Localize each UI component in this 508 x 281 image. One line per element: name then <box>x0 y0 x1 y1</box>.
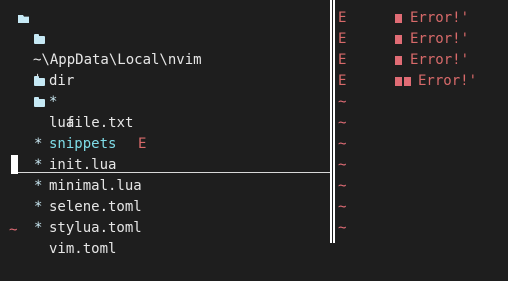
explorer-item-minimal-lua[interactable]: * minimal.lua <box>34 134 142 194</box>
file-explorer-pane: ~\AppData\Local\nvim dir └ * file.txt E … <box>0 0 330 257</box>
sign-column-error: E <box>338 52 347 68</box>
explorer-item-vim-toml[interactable]: * vim.toml <box>34 197 116 257</box>
window-separator[interactable] <box>330 0 332 243</box>
empty-line-tilde: ~ <box>9 222 18 238</box>
empty-line-tilde: ~ <box>338 136 347 152</box>
empty-line-tilde: ~ <box>338 94 347 110</box>
folder-icon <box>34 97 45 107</box>
error-square-icon <box>395 77 402 86</box>
error-square-icon <box>395 14 402 23</box>
error-square-icon <box>395 35 402 44</box>
empty-line-tilde: ~ <box>338 157 347 173</box>
explorer-item-label: file.txt <box>66 115 134 131</box>
explorer-item-file-txt[interactable]: └ * file.txt E <box>34 50 146 152</box>
window-separator[interactable] <box>333 0 335 243</box>
empty-line-tilde: ~ <box>338 115 347 131</box>
empty-line-tilde: ~ <box>338 199 347 215</box>
empty-line-tilde: ~ <box>338 220 347 236</box>
open-folder-icon <box>18 15 29 23</box>
explorer-item-dir[interactable]: dir <box>34 29 74 89</box>
error-square-icon <box>404 77 411 86</box>
explorer-item-label: vim.toml <box>49 241 117 257</box>
empty-line-tilde: ~ <box>338 178 347 194</box>
sign-column-error: E <box>338 10 347 26</box>
explorer-item-init-lua[interactable]: * init.lua <box>34 113 116 173</box>
folder-icon <box>34 76 45 86</box>
diagnostics-pane: E Error!' E Error!' E Error!' E Error!' … <box>336 0 508 243</box>
explorer-item-stylua-toml[interactable]: * stylua.toml <box>34 176 142 236</box>
error-square-icon <box>395 56 402 65</box>
error-marker: E <box>138 136 147 152</box>
text-cursor <box>11 155 18 174</box>
explorer-item-lua[interactable]: lua <box>34 71 74 131</box>
diagnostic-message: Error!' <box>410 10 470 26</box>
sign-column-error: E <box>338 31 347 47</box>
cursorline-underline <box>18 172 330 173</box>
folder-icon <box>34 34 45 44</box>
file-icon: * <box>34 220 43 236</box>
sign-column-error: E <box>338 73 347 89</box>
diagnostic-message: Error!' <box>410 31 470 47</box>
diagnostic-message: Error!' <box>418 73 478 89</box>
explorer-item-snippets[interactable]: snippets <box>34 92 116 152</box>
explorer-root[interactable]: ~\AppData\Local\nvim <box>18 8 202 68</box>
diagnostic-message: Error!' <box>410 52 470 68</box>
